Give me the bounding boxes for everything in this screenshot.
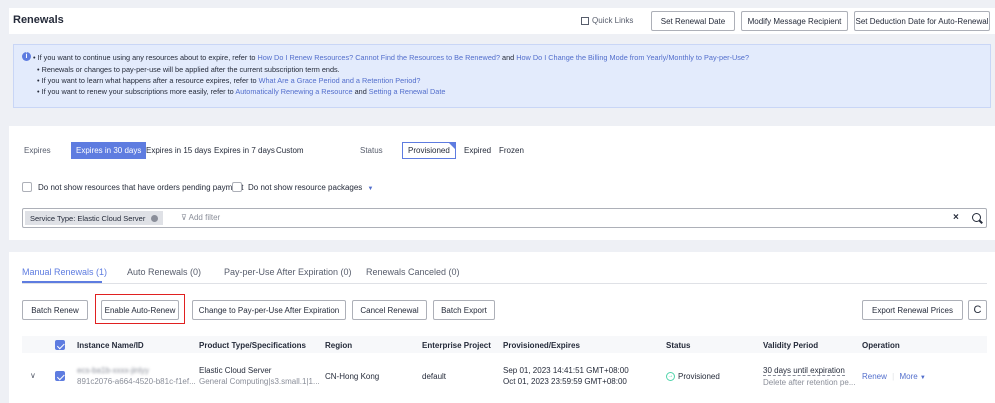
notice-line-3: • If you want to learn what happens afte… — [37, 76, 421, 85]
refresh-button[interactable]: C — [968, 300, 987, 320]
pending-payment-label: Do not show resources that have orders p… — [38, 183, 244, 192]
search-icon-handle — [979, 219, 983, 224]
expires-custom[interactable]: Custom — [271, 142, 309, 159]
pending-payment-checkbox[interactable] — [22, 182, 32, 192]
validity-note: Delete after retention pe... — [763, 378, 856, 387]
region-value: CN-Hong Kong — [325, 372, 380, 381]
set-renewal-date-button[interactable]: Set Renewal Date — [651, 11, 735, 31]
service-type-tag: Service Type: Elastic Cloud Server — [25, 211, 164, 225]
set-deduction-date-button[interactable]: Set Deduction Date for Auto-Renewal — [854, 11, 990, 31]
expires-7-days[interactable]: Expires in 7 days — [209, 142, 280, 159]
chevron-down-icon: ▼ — [919, 375, 926, 381]
resource-packages-label: Do not show resource packages ▼ — [248, 183, 374, 192]
refresh-icon: C — [973, 304, 982, 316]
remove-tag-icon[interactable] — [151, 214, 159, 222]
notice-line-2: • Renewals or changes to pay-per-use wil… — [37, 65, 340, 74]
status-frozen[interactable]: Frozen — [494, 142, 529, 159]
status-label: Status — [360, 146, 383, 155]
notice-panel: i • If you want to continue using any re… — [9, 40, 995, 116]
header-bar: Renewals Quick Links Set Renewal Date Mo… — [9, 8, 995, 34]
column-instance[interactable]: Instance Name/ID — [77, 341, 144, 350]
selected-corner-icon — [447, 142, 456, 150]
export-renewal-prices-button[interactable]: Export Renewal Prices — [862, 300, 963, 320]
table-row: ∨ ecs-ba1b-xxxx-jinlyy 891c2076-a664-452… — [22, 357, 987, 397]
column-product[interactable]: Product Type/Specifications — [199, 341, 306, 350]
product-spec: General Computing|s3.small.1|1... — [199, 377, 320, 386]
validity-text[interactable]: 30 days until expiration — [763, 366, 845, 376]
filter-panel: Expires Expires in 30 days Expires in 15… — [9, 126, 995, 240]
enable-auto-renew-button[interactable]: Enable Auto-Renew — [101, 300, 179, 320]
tabs-divider — [22, 283, 987, 284]
how-renew-link[interactable]: How Do I Renew Resources? — [257, 53, 353, 62]
quick-links-button[interactable]: Quick Links — [581, 16, 633, 25]
batch-export-button[interactable]: Batch Export — [433, 300, 495, 320]
change-billing-link[interactable]: How Do I Change the Billing Mode from Ye… — [516, 53, 749, 62]
cannot-find-link[interactable]: Cannot Find the Resources to Be Renewed? — [355, 53, 500, 62]
status-badge: → Provisioned — [666, 372, 720, 381]
notice-line-1: • If you want to continue using any reso… — [33, 53, 750, 62]
grace-period-link[interactable]: What Are a Grace Period and a Retention … — [259, 76, 421, 85]
row-checkbox[interactable] — [55, 371, 65, 381]
tab-auto-renewals[interactable]: Auto Renewals (0) — [127, 267, 201, 277]
status-provisioned[interactable]: Provisioned — [402, 142, 456, 159]
change-ppu-button[interactable]: Change to Pay-per-Use After Expiration — [192, 300, 346, 320]
expires-15-days[interactable]: Expires in 15 days — [141, 142, 216, 159]
tab-manual-renewals[interactable]: Manual Renewals (1) — [22, 267, 107, 277]
project-value: default — [422, 372, 447, 381]
expires-30-days[interactable]: Expires in 30 days — [71, 142, 147, 159]
provisioned-status-icon: → — [666, 372, 675, 381]
caret-down-icon[interactable]: ▼ — [368, 186, 374, 192]
select-all-checkbox[interactable] — [55, 340, 65, 350]
expand-row-icon[interactable]: ∨ — [30, 371, 36, 380]
expires-label: Expires — [24, 146, 51, 155]
product-type: Elastic Cloud Server — [199, 366, 272, 375]
auto-renew-link[interactable]: Automatically Renewing a Resource — [235, 87, 352, 96]
status-expired[interactable]: Expired — [459, 142, 496, 159]
more-dropdown[interactable]: More ▼ — [899, 372, 925, 381]
clear-filter-icon[interactable]: × — [953, 212, 959, 223]
instance-name[interactable]: ecs-ba1b-xxxx-jinlyy — [77, 366, 149, 375]
column-provisioned-expires[interactable]: Provisioned/Expires — [503, 341, 580, 350]
operation-links: Renew | More ▼ — [862, 372, 926, 381]
notice-line-4: • If you want to renew your subscription… — [37, 87, 446, 96]
tab-ppu-after-expiration[interactable]: Pay-per-Use After Expiration (0) — [224, 267, 352, 277]
quick-links-icon — [581, 16, 589, 25]
filter-icon: ⊽ — [181, 213, 189, 222]
add-filter-input[interactable]: ⊽ Add filter — [181, 213, 220, 222]
column-validity[interactable]: Validity Period — [763, 341, 818, 350]
modify-message-recipient-button[interactable]: Modify Message Recipient — [741, 11, 848, 31]
page-title: Renewals — [13, 14, 64, 26]
resource-packages-checkbox[interactable] — [232, 182, 242, 192]
cancel-renewal-button[interactable]: Cancel Renewal — [352, 300, 427, 320]
tab-renewals-canceled[interactable]: Renewals Canceled (0) — [366, 267, 460, 277]
column-region[interactable]: Region — [325, 341, 352, 350]
instance-id: 891c2076-a664-4520-b81c-f1ef... — [77, 377, 196, 386]
batch-renew-button[interactable]: Batch Renew — [22, 300, 88, 320]
renew-link[interactable]: Renew — [862, 372, 887, 381]
info-icon: i — [22, 52, 31, 61]
expires-time: Oct 01, 2023 23:59:59 GMT+08:00 — [503, 377, 627, 386]
provisioned-time: Sep 01, 2023 14:41:51 GMT+08:00 — [503, 366, 629, 375]
column-enterprise-project[interactable]: Enterprise Project — [422, 341, 491, 350]
column-status[interactable]: Status — [666, 341, 690, 350]
renewal-date-link[interactable]: Setting a Renewal Date — [369, 87, 446, 96]
column-operation[interactable]: Operation — [862, 341, 900, 350]
filter-search-bar[interactable]: Service Type: Elastic Cloud Server ⊽ Add… — [22, 208, 987, 228]
